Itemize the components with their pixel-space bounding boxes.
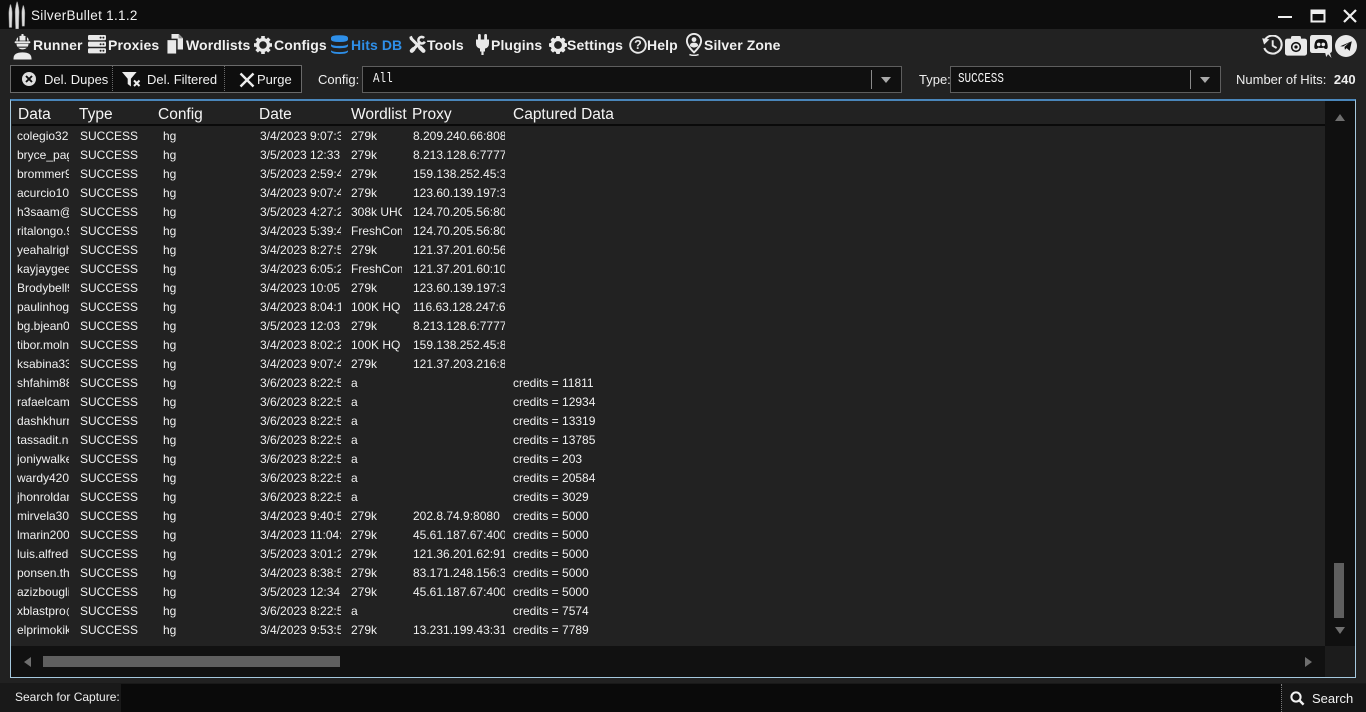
- svg-text:?: ?: [634, 38, 642, 52]
